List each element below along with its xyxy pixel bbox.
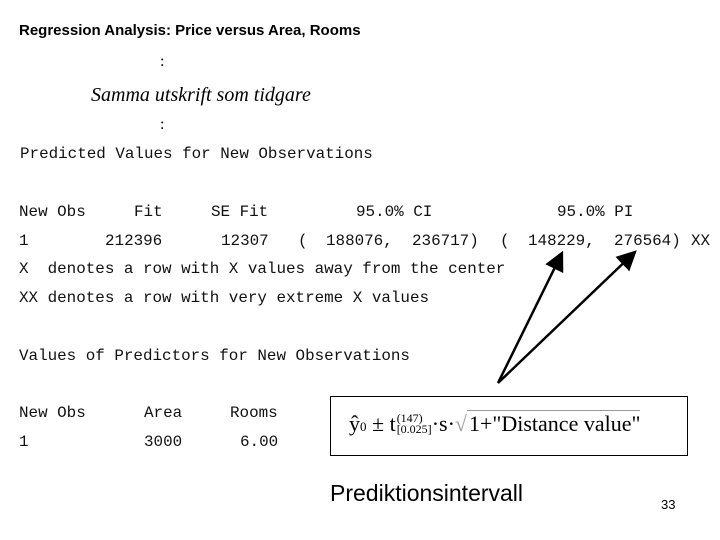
caption: Prediktionsintervall	[330, 480, 524, 506]
arrow-to-pi-upper	[497, 250, 637, 384]
arrows-to-pi-bounds	[496, 250, 637, 384]
page-number: 33	[661, 497, 676, 512]
arrow-to-pi-lower	[496, 250, 564, 384]
